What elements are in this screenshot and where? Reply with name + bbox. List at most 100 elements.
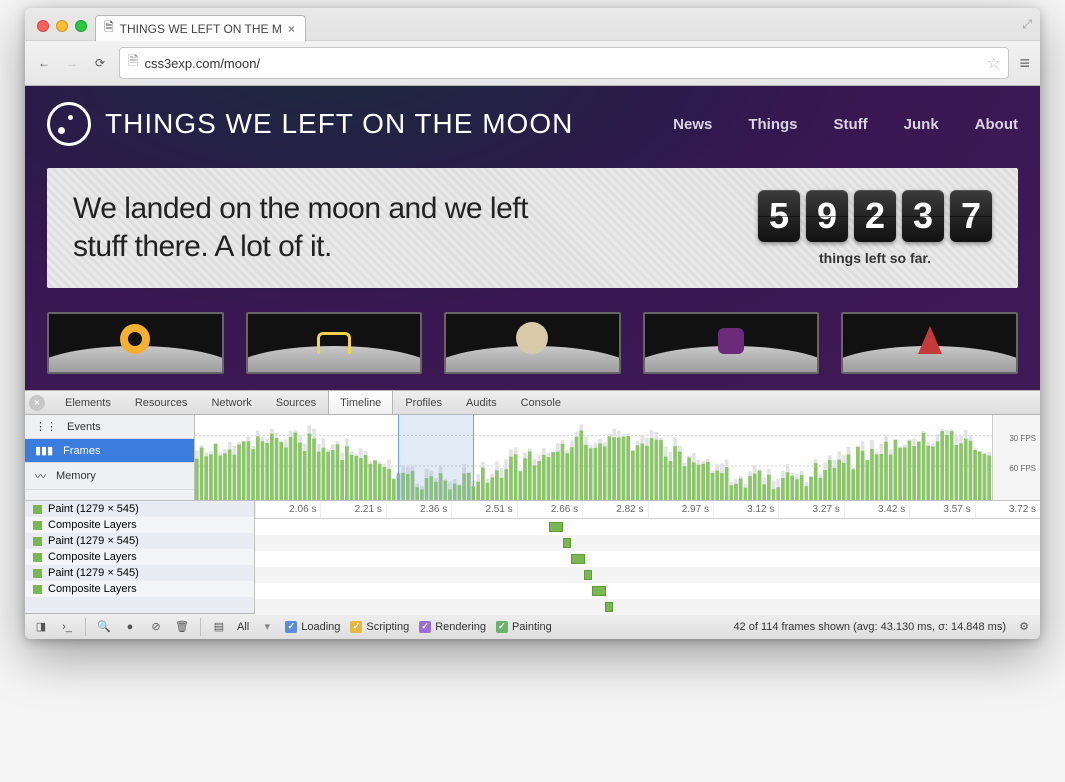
paint-swatch-icon — [33, 569, 42, 578]
nav-news[interactable]: News — [673, 116, 712, 133]
tab-timeline[interactable]: Timeline — [328, 391, 393, 414]
waterfall-bar — [571, 554, 585, 564]
fps-60-label: 60 FPS — [1009, 464, 1036, 473]
record-row[interactable]: Paint (1279 × 545) — [25, 533, 254, 549]
tab-title: THINGS WE LEFT ON THE M — [120, 22, 282, 36]
dock-icon[interactable]: ◨ — [33, 620, 49, 633]
dropdown-icon[interactable]: ▾ — [259, 620, 275, 633]
back-button[interactable]: ← — [35, 56, 53, 70]
filter-painting[interactable]: ✓Painting — [496, 621, 552, 633]
page-icon: 🗎 — [128, 52, 138, 74]
waterfall-bar — [563, 538, 571, 548]
record-row[interactable]: Composite Layers — [25, 581, 254, 597]
paint-swatch-icon — [33, 553, 42, 562]
frames-status-text: 42 of 114 frames shown (avg: 43.130 ms, … — [733, 621, 1006, 633]
hero-line-2: stuff there. A lot of it. — [73, 228, 528, 266]
url-text: css3exp.com/moon/ — [144, 56, 260, 71]
hero-line-1: We landed on the moon and we left — [73, 190, 528, 228]
record-row[interactable]: Paint (1279 × 545) — [25, 565, 254, 581]
favicon: 🗎 — [104, 18, 114, 39]
fps-30-label: 30 FPS — [1009, 434, 1036, 443]
page-content: THINGS WE LEFT ON THE MOON News Things S… — [25, 86, 1040, 390]
chrome-menu-button[interactable]: ≡ — [1019, 53, 1030, 74]
tab-network[interactable]: Network — [199, 391, 263, 414]
zoom-window-button[interactable] — [75, 20, 87, 32]
paint-swatch-icon — [33, 585, 42, 594]
thumb-cat[interactable] — [444, 312, 621, 374]
settings-gear-icon[interactable]: ⚙ — [1016, 620, 1032, 633]
mode-frames[interactable]: ▮▮▮Frames — [25, 439, 194, 463]
forward-button[interactable]: → — [63, 56, 81, 70]
browser-tab[interactable]: 🗎 THINGS WE LEFT ON THE M × — [95, 15, 306, 41]
tab-sources[interactable]: Sources — [264, 391, 328, 414]
timeline-mode-sidebar: ⋮⋮Events ▮▮▮Frames 〰Memory — [25, 415, 195, 500]
window-controls — [33, 20, 89, 40]
tab-resources[interactable]: Resources — [123, 391, 200, 414]
browser-chrome: 🗎 THINGS WE LEFT ON THE M × ⤢ ← → ⟳ 🗎 cs… — [25, 8, 1040, 86]
tab-close-button[interactable]: × — [288, 22, 295, 36]
memory-icon: 〰 — [35, 468, 46, 484]
counter-digit: 9 — [806, 190, 848, 242]
site-title: THINGS WE LEFT ON THE MOON — [105, 108, 573, 140]
thumb-donut[interactable] — [47, 312, 224, 374]
hero-banner: We landed on the moon and we left stuff … — [47, 168, 1018, 288]
nav-junk[interactable]: Junk — [904, 116, 939, 133]
fps-overview-chart[interactable]: 30 FPS 60 FPS — [195, 415, 1040, 500]
bookmark-star-icon[interactable]: ☆ — [987, 54, 1000, 72]
nav-about[interactable]: About — [975, 116, 1018, 133]
tab-profiles[interactable]: Profiles — [393, 391, 454, 414]
nav-stuff[interactable]: Stuff — [834, 116, 868, 133]
search-icon[interactable]: 🔍 — [96, 620, 112, 633]
records-list: Paint (1279 × 545) Composite Layers Pain… — [25, 501, 255, 613]
thumb-caliper[interactable] — [246, 312, 423, 374]
record-row[interactable]: Composite Layers — [25, 549, 254, 565]
counter-label: things left so far. — [758, 250, 992, 266]
minimize-window-button[interactable] — [56, 20, 68, 32]
waterfall-chart[interactable]: 2.06 s 2.21 s 2.36 s 2.51 s 2.66 s 2.82 … — [255, 501, 1040, 613]
counter-digit: 2 — [854, 190, 896, 242]
address-bar[interactable]: 🗎 css3exp.com/moon/ ☆ — [119, 47, 1009, 79]
thumbnail-row — [47, 312, 1018, 374]
counter-digit: 5 — [758, 190, 800, 242]
mode-events[interactable]: ⋮⋮Events — [25, 415, 194, 439]
waterfall-bar — [584, 570, 592, 580]
filter-scripting[interactable]: ✓Scripting — [350, 621, 409, 633]
primary-nav: News Things Stuff Junk About — [673, 116, 1018, 133]
paint-swatch-icon — [33, 537, 42, 546]
time-ruler: 2.06 s 2.21 s 2.36 s 2.51 s 2.66 s 2.82 … — [255, 501, 1040, 519]
devtools-close-button[interactable]: × — [29, 395, 45, 411]
console-icon[interactable]: ›_ — [59, 621, 75, 633]
record-row[interactable]: Paint (1279 × 545) — [25, 501, 254, 517]
waterfall-bar — [549, 522, 563, 532]
tab-elements[interactable]: Elements — [53, 391, 123, 414]
tab-console[interactable]: Console — [509, 391, 573, 414]
flip-counter: 5 9 2 3 7 — [758, 190, 992, 242]
garbage-collect-icon[interactable]: 🗑 — [174, 620, 190, 633]
filter-icon[interactable]: ▤ — [211, 620, 227, 633]
thumb-gnome[interactable] — [841, 312, 1018, 374]
nav-things[interactable]: Things — [748, 116, 797, 133]
mode-memory[interactable]: 〰Memory — [25, 463, 194, 490]
paint-swatch-icon — [33, 505, 42, 514]
fullscreen-icon[interactable]: ⤢ — [1022, 17, 1032, 40]
filter-loading[interactable]: ✓Loading — [285, 621, 340, 633]
counter-digit: 7 — [950, 190, 992, 242]
record-icon[interactable]: ● — [122, 621, 138, 633]
clear-icon[interactable]: ⊘ — [148, 620, 164, 633]
waterfall-bar — [605, 602, 613, 612]
events-icon: ⋮⋮ — [35, 420, 57, 433]
counter-digit: 3 — [902, 190, 944, 242]
frames-icon: ▮▮▮ — [35, 444, 53, 457]
paint-swatch-icon — [33, 521, 42, 530]
record-row[interactable]: Composite Layers — [25, 517, 254, 533]
filter-rendering[interactable]: ✓Rendering — [419, 621, 486, 633]
moon-logo-icon — [47, 102, 91, 146]
close-window-button[interactable] — [37, 20, 49, 32]
filter-all[interactable]: All — [237, 621, 249, 633]
tab-audits[interactable]: Audits — [454, 391, 509, 414]
devtools-footer: ◨ ›_ 🔍 ● ⊘ 🗑 ▤ All ▾ ✓Loading ✓Scripting… — [25, 613, 1040, 639]
reload-button[interactable]: ⟳ — [91, 56, 109, 70]
thumb-bag[interactable] — [643, 312, 820, 374]
overview-selection[interactable] — [398, 415, 474, 500]
waterfall-bar — [592, 586, 606, 596]
